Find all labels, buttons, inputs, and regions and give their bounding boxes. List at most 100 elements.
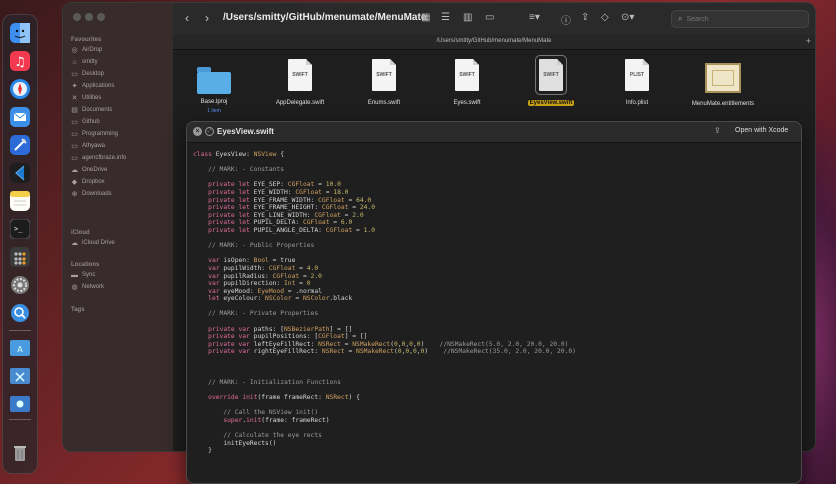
sidebar-item[interactable]: ▭ Desktop [71,68,104,80]
path-bar-text: /Users/smitty/GitHub/menumate/MenuMate [436,38,552,44]
close-window-button[interactable] [73,13,81,21]
search-input[interactable] [686,15,797,23]
sidebar-item-label: Github [82,119,100,125]
sidebar-item[interactable]: ▭ Github [71,116,100,128]
safari-icon[interactable] [10,79,30,99]
applications-folder-icon[interactable]: A [10,337,30,357]
calculator-icon[interactable] [10,247,30,267]
terminal-icon[interactable]: >_ [10,219,30,239]
dock: ♫ >_ A [2,14,38,474]
column-view-icon[interactable]: ▥ [463,12,472,23]
icloud-header: iCloud [71,230,90,236]
file-item[interactable]: SWIFT Eyes.swift [432,59,502,109]
sidebar-item-label: Athyawa [82,143,106,149]
sidebar-item[interactable]: ◆ Dropbox [71,176,105,188]
info-icon[interactable]: ⓘ [561,12,571,27]
code-line: private let PUPIL_DELTA: CGFloat = 6.0 [208,219,353,227]
zoom-window-button[interactable] [97,13,105,21]
file-item[interactable]: SWIFT Enums.swift [349,59,419,109]
swift-file-icon: SWIFT [372,59,396,91]
sidebar-item[interactable]: ◍ Network [71,281,104,293]
sidebar-item-label: OneDrive [82,167,108,173]
file-item[interactable]: MenuMate.entitlements [688,59,758,110]
code-line: var pupilDirection: Int = 0 [208,280,311,288]
desktop-icon: ▭ [71,70,78,78]
xcode-icon[interactable] [10,135,30,155]
code-line: // Call the NSView init() [223,409,319,417]
certificate-icon [705,63,741,93]
music-icon[interactable]: ♫ [10,51,30,71]
sidebar-item[interactable]: ⊕ Downloads [71,188,112,200]
code-line: super.init(frame: frameRect) [223,416,330,424]
locations-header: Locations [71,262,100,268]
file-name: Eyes.swift [453,100,481,106]
share-icon[interactable]: ⇪ [581,12,589,23]
sidebar-item[interactable]: ▭ Athyawa [71,140,105,152]
open-with-xcode-button[interactable]: Open with Xcode [735,127,788,134]
file-item[interactable]: PLIST Info.plist [602,59,672,109]
fullscreen-icon[interactable]: ⤢ [205,127,214,136]
file-name: Base.lproj [200,99,228,105]
back-button[interactable]: ‹ [185,11,189,25]
code-line: private let EYE_FRAME_HEIGHT: CGFloat = … [208,204,376,212]
sidebar-item[interactable]: ⌂ smitty [71,56,98,68]
mail-icon[interactable] [10,107,30,127]
swift-file-icon: SWIFT [455,59,479,91]
sidebar-item[interactable]: ▤ Documents [71,104,112,116]
sidebar-item[interactable]: ▭ agencfbraze.info [71,152,126,164]
sidebar-item-label: Utilities [82,95,102,101]
code-line: private var pupilPositions: [CGFloat] = … [208,333,368,341]
group-by-icon[interactable]: ≡▾ [529,12,540,23]
utilities-folder-icon[interactable] [10,365,30,385]
gallery-view-icon[interactable]: ▭ [485,12,494,23]
documents-icon: ▤ [71,106,78,114]
notes-icon[interactable] [10,191,30,211]
finder-icon[interactable] [10,23,30,43]
sidebar-item[interactable]: ▭ Programming [71,128,118,140]
sidebar-item[interactable]: ✕ Utilities [71,92,102,104]
code-preview: class EyesView: NSView {​ // MARK: - Con… [193,151,795,483]
magnifier-app-icon[interactable] [10,303,30,323]
code-line: private let EYE_WIDTH: CGFloat = 18.0 [208,188,349,196]
downloads-folder-icon[interactable] [10,393,30,413]
minimize-window-button[interactable] [85,13,93,21]
sidebar-item-label: AirDrop [82,47,103,53]
sidebar-item[interactable]: ◎ AirDrop [71,44,102,56]
code-line: ​ [193,318,795,326]
code-line: let eyeColour: NSColor = NSColor.black [208,295,353,303]
share-icon[interactable]: ⇪ [714,126,721,135]
code-line: ​ [193,364,795,372]
file-item[interactable]: SWIFT EyesView.swift [516,55,586,109]
search-field[interactable]: ⌕ [671,10,809,28]
sidebar-item[interactable]: ▬ Sync [71,269,95,281]
sidebar-item[interactable]: ☁ iCloud Drive [71,237,115,249]
code-line: ​ [193,424,795,432]
trash-icon[interactable] [10,443,30,463]
code-line: // Calculate the eye rects [223,431,322,439]
sidebar-item-label: Downloads [82,191,112,197]
code-line: var pupilRadius: CGFloat = 2.0 [208,272,322,280]
file-item[interactable]: Base.lproj 1 item [179,59,249,114]
forward-button[interactable]: › [205,11,209,25]
sidebar-item-label: Documents [82,107,113,113]
sidebar-item[interactable]: ✦ Applications [71,80,115,92]
add-tab-icon[interactable]: + [806,36,811,46]
code-line: } [193,447,212,455]
vscode-icon[interactable] [10,163,30,183]
close-icon[interactable]: × [193,127,202,136]
sidebar-item-label: Programming [82,131,119,137]
system-settings-icon[interactable] [10,275,30,295]
tag-icon[interactable]: ◇ [601,12,609,23]
sidebar-item-label: smitty [82,59,98,65]
svg-text:>_: >_ [14,225,23,233]
file-name: AppDelegate.swift [275,100,325,106]
code-line: private var leftEyeFillRect: NSRect = NS… [208,340,569,348]
dropbox-icon: ◆ [71,178,78,186]
code-line: ​ [193,402,795,410]
icon-view-icon[interactable]: ▦ [421,12,430,23]
sidebar-item[interactable]: ☁ OneDrive [71,164,107,176]
action-menu-icon[interactable]: ⊙▾ [621,12,634,23]
code-line: var pupilWidth: CGFloat = 4.0 [208,264,319,272]
list-view-icon[interactable]: ☰ [441,12,450,23]
file-item[interactable]: SWIFT AppDelegate.swift [265,59,335,109]
